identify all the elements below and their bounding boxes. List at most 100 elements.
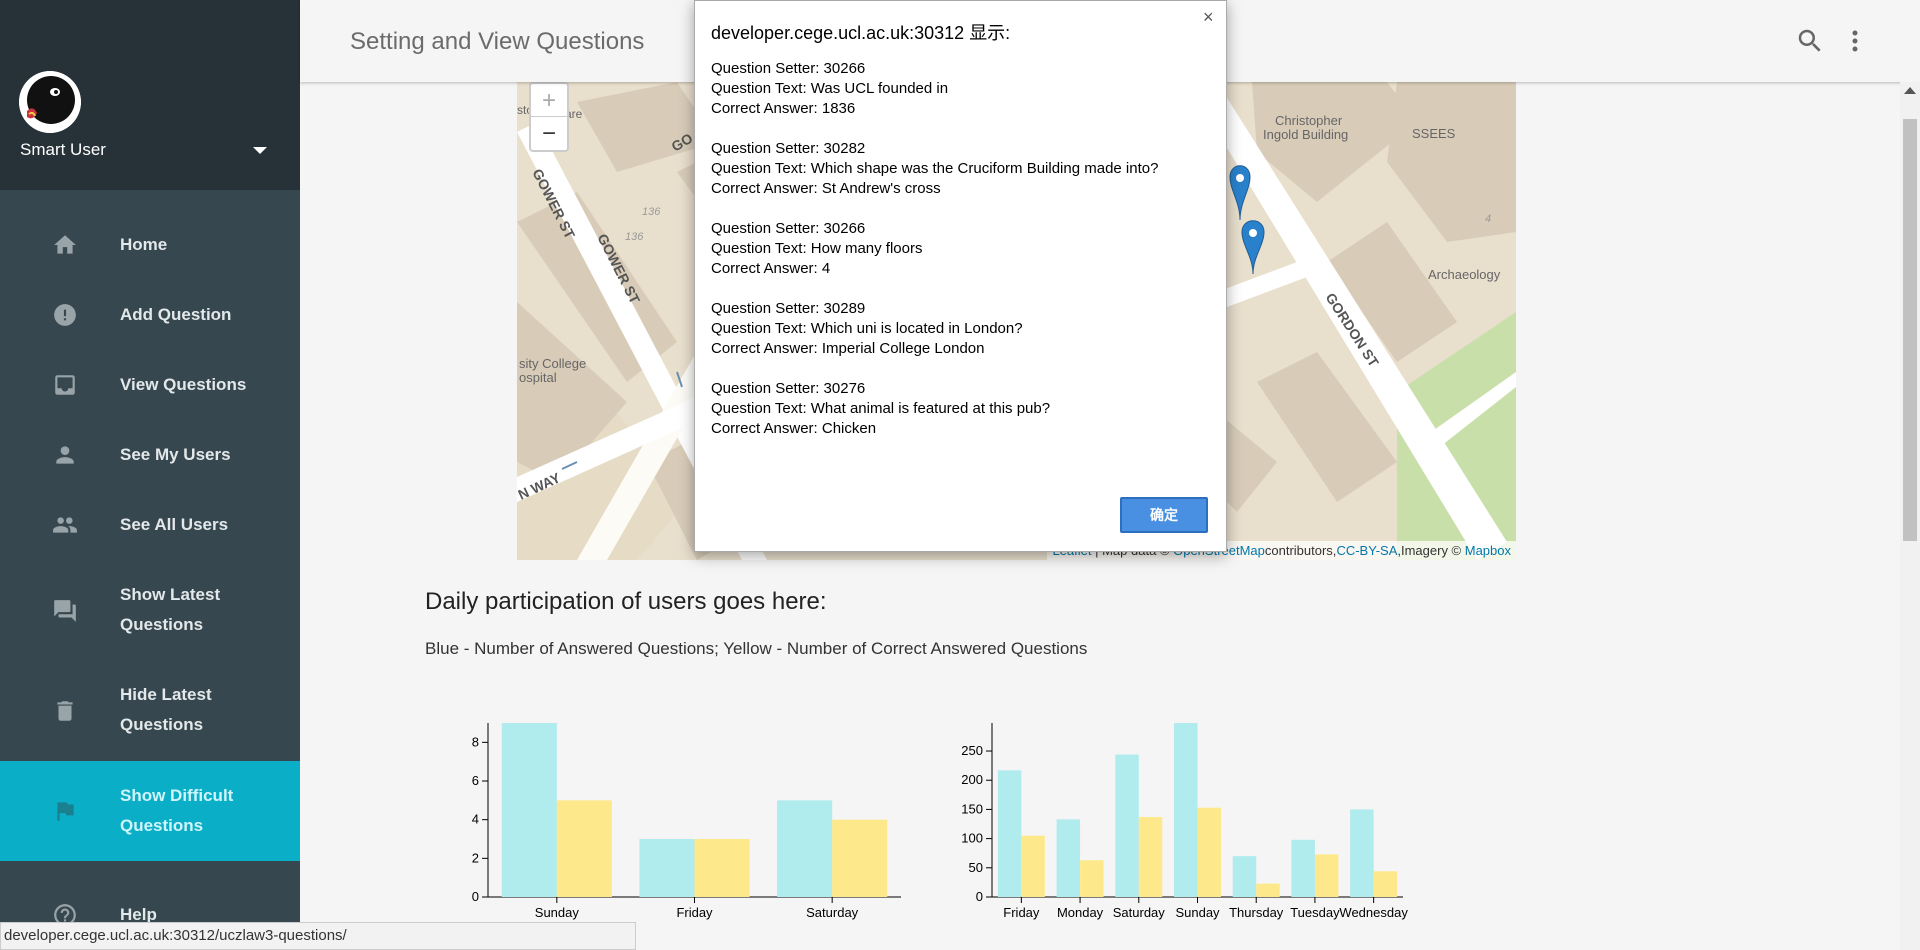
map-label-ssees: SSEES [1412,126,1456,141]
y-tick-label: 250 [961,743,983,758]
chart-bar [1056,819,1081,897]
sidebar-item-see-all-users[interactable]: See All Users [0,500,300,550]
question-answer: Correct Answer: Imperial College London [711,340,985,357]
status-bar-url: developer.cege.ucl.ac.uk:30312/uczlaw3-q… [0,922,636,950]
search-icon[interactable] [1795,26,1825,56]
chart-bar [997,770,1022,897]
zoom-in-button[interactable]: + [531,84,567,117]
dialog-body: Question Setter: 30266 Question Text: Wa… [711,59,1211,459]
chart-bar [694,839,750,897]
sidebar-item-show-latest-questions[interactable]: Show Latest Questions [0,570,300,650]
map-label-ospital: ospital [519,370,557,385]
chart-bar [1291,839,1315,897]
x-tick-label: Saturday [1113,905,1166,920]
alert-dialog: developer.cege.ucl.ac.uk:30312 显示: × Que… [694,0,1227,552]
map-label-4: 4 [1485,213,1491,225]
sidebar-item-label: Hide Latest Questions [120,685,212,734]
section-heading: Daily participation of users goes here: [425,588,827,615]
sidebar-item-see-my-users[interactable]: See My Users [0,430,300,480]
y-tick-label: 2 [472,850,479,865]
x-tick-label: Sunday [1175,905,1220,920]
avatar[interactable] [19,71,81,133]
person-icon [52,442,78,468]
y-tick-label: 100 [961,831,983,846]
chart-bar [1080,860,1104,897]
flag-icon [52,798,78,824]
x-tick-label: Monday [1057,905,1104,920]
zoom-out-button[interactable]: − [531,117,567,150]
question-answer: Correct Answer: 4 [711,260,831,277]
home-icon [52,232,78,258]
sidebar-item-home[interactable]: Home [0,220,300,270]
forum-icon [52,598,78,624]
question-text: Question Text: Which uni is located in L… [711,320,1023,337]
cc-by-sa-link[interactable]: CC-BY-SA [1336,543,1397,558]
map-label-136: 136 [642,206,661,218]
map-label-136-b: 136 [625,231,644,243]
page-scrollbar[interactable] [1900,82,1920,950]
y-tick-label: 6 [472,773,479,788]
sidebar-item-label: Show Difficult Questions [120,786,234,835]
sidebar-item-show-difficult-questions[interactable]: Show Difficult Questions [0,761,300,861]
chart-bar [501,723,557,897]
chart-bar [556,800,612,897]
y-tick-label: 8 [472,734,479,749]
chart-bar [777,800,833,897]
sidebar-item-hide-latest-questions[interactable]: Hide Latest Questions [0,670,300,750]
dialog-title: developer.cege.ucl.ac.uk:30312 显示: [711,23,1011,43]
chart-bar [1138,817,1163,897]
sidebar-item-label: View Questions [120,375,247,394]
mapbox-link[interactable]: Mapbox [1465,543,1511,558]
question-entry: Question Setter: 30282 Question Text: Wh… [711,139,1211,199]
y-tick-label: 0 [976,889,983,904]
x-tick-label: Thursday [1229,905,1284,920]
question-text: Question Text: Was UCL founded in [711,80,949,97]
question-setter: Question Setter: 30266 [711,220,866,237]
close-icon[interactable]: × [1203,7,1214,28]
user-menu-dropdown-icon[interactable] [253,147,267,154]
question-answer: Correct Answer: Chicken [711,420,877,437]
question-entry: Question Setter: 30266 Question Text: Ho… [711,219,1211,279]
x-tick-label: Tuesday [1290,905,1340,920]
trash-icon [52,698,78,724]
y-tick-label: 0 [472,889,479,904]
chart-bar [1314,854,1339,897]
map-label-christopher: Christopher [1275,113,1343,128]
sidebar-item-label: Show Latest Questions [120,585,221,634]
sidebar: Smart User Home Add Question View Questi… [0,0,300,950]
x-tick-label: Saturday [806,905,859,920]
map-label-ingold: Ingold Building [1263,127,1348,142]
more-vert-icon[interactable] [1845,26,1865,56]
chart-bar [1174,723,1198,897]
chart-bar [1373,871,1398,897]
question-setter: Question Setter: 30266 [711,60,866,77]
question-answer: Correct Answer: 1836 [711,100,856,117]
people-icon [52,512,78,538]
y-tick-label: 200 [961,772,983,787]
chart-bar [1021,835,1045,897]
attribution-text: contributors, [1264,543,1337,558]
x-tick-label: Friday [676,905,713,920]
chart-bar [1350,809,1374,897]
sidebar-item-add-question[interactable]: Add Question [0,290,300,340]
question-setter: Question Setter: 30289 [711,300,866,317]
question-setter: Question Setter: 30282 [711,140,866,157]
alert-circle-icon [52,302,78,328]
chart-bar [1232,856,1257,897]
sidebar-item-label: Home [120,235,168,254]
chart-bar [639,839,695,897]
scroll-thumb[interactable] [1903,119,1917,541]
participation-chart-right: 0 50 100 150 200 250 Friday Monday Saturday Sunda… [961,723,1408,920]
ok-button[interactable]: 确定 [1120,497,1208,533]
chart-bar [832,819,888,897]
x-tick-label: Friday [1003,905,1040,920]
sidebar-item-view-questions[interactable]: View Questions [0,360,300,410]
user-name: Smart User [20,140,106,159]
sidebar-item-label: Add Question [120,305,232,324]
y-tick-label: 4 [472,812,479,827]
question-text: Question Text: What animal is featured a… [711,400,1051,417]
map-label-archaeology: Archaeology [1428,267,1501,282]
scroll-up-arrow-icon[interactable] [1904,87,1916,94]
map-label-sity-college: sity College [519,356,586,371]
chart-bar [1197,807,1221,897]
